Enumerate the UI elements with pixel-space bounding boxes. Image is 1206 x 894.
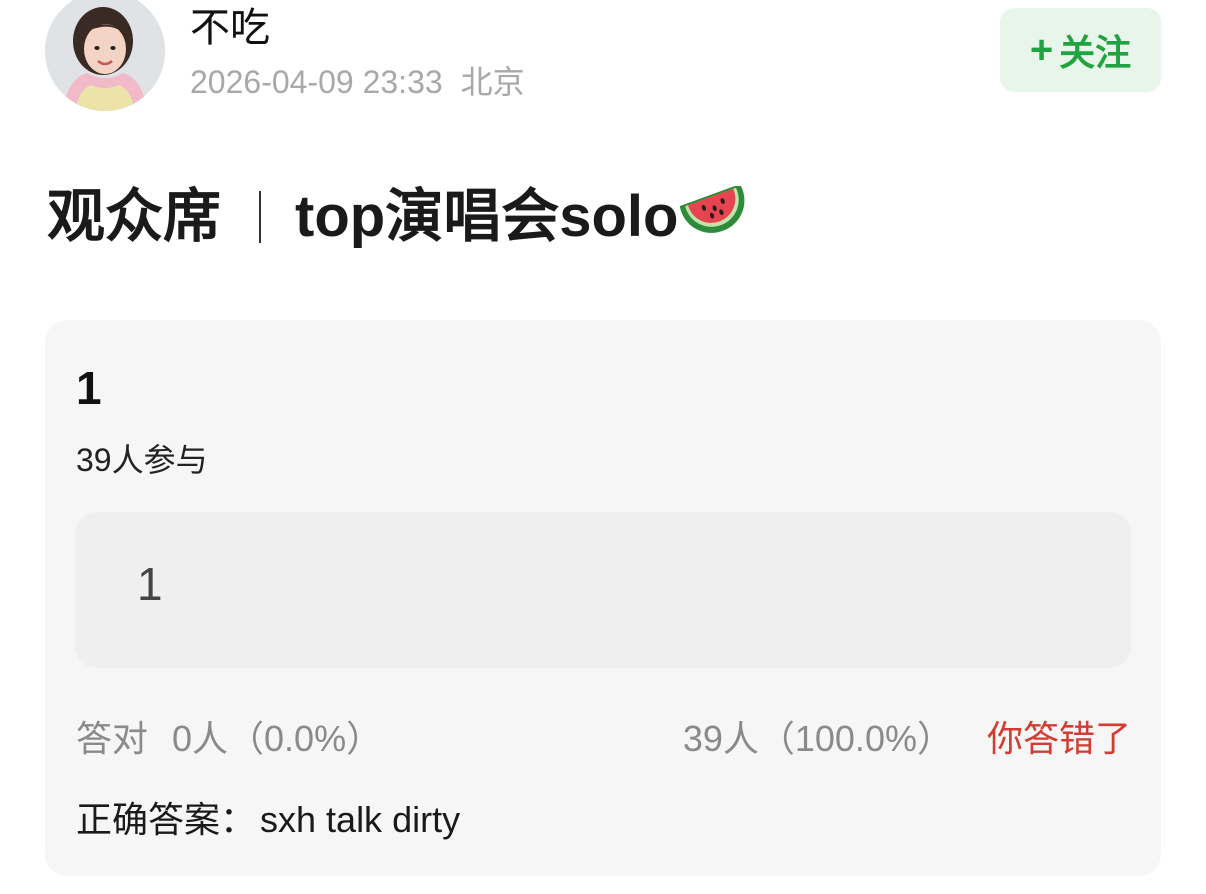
answer-label: 正确答案： (76, 799, 257, 840)
quiz-option-label: 1 (137, 558, 163, 610)
title-right: top演唱会solo (295, 184, 679, 249)
post-title: 观众席 top演唱会solo (47, 182, 752, 252)
title-left: 观众席 (47, 184, 222, 249)
correct-label: 答对 (76, 718, 149, 759)
username[interactable]: 不吃 (190, 4, 270, 52)
wrong-value: 39人（100.0%） (682, 718, 953, 759)
follow-button[interactable]: + 关注 (1000, 8, 1161, 92)
post-date: 2026-04-09 23:33 (190, 64, 443, 100)
correct-value: 0人（0.0%） (172, 718, 383, 759)
result-text: 你答错了 (986, 718, 1131, 759)
answer-value: sxh talk dirty (260, 799, 461, 840)
participant-count: 39人参与 (76, 442, 208, 478)
follow-label: 关注 (1059, 32, 1132, 73)
quiz-option[interactable]: 1 (75, 512, 1131, 668)
post-location: 北京 (460, 64, 525, 100)
wrong-stat: 39人（100.0%） 你答错了 (683, 717, 1131, 761)
plus-icon: + (1029, 28, 1054, 72)
user-avatar[interactable] (45, 0, 165, 111)
correct-answer: 正确答案： sxh talk dirty (76, 798, 460, 842)
question-title: 1 (76, 362, 102, 414)
watermelon-icon (680, 186, 752, 248)
title-divider (259, 191, 262, 243)
correct-stat: 答对 0人（0.0%） (76, 717, 382, 761)
quiz-card: 1 39人参与 1 答对 0人（0.0%） 39人（100.0%） 你答错了 正确… (45, 320, 1161, 876)
post-meta: 2026-04-09 23:33 北京 (190, 62, 525, 102)
